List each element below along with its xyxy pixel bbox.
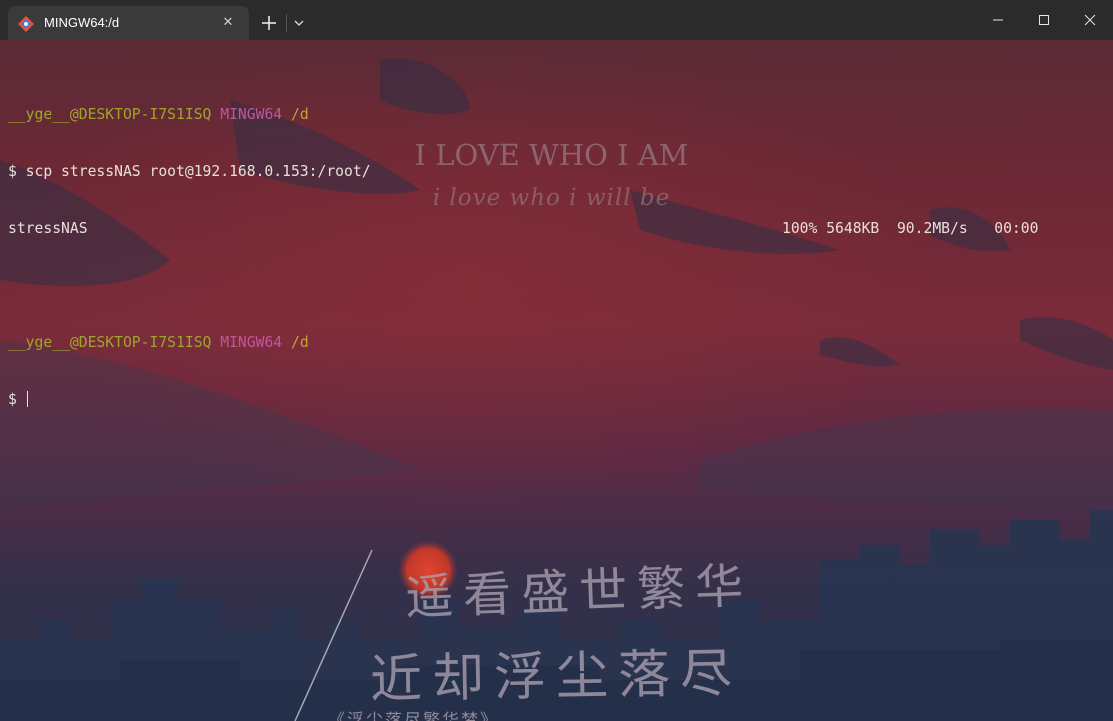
input-prompt: $ [8, 391, 26, 408]
chevron-down-icon [294, 20, 304, 26]
maximize-button[interactable] [1021, 0, 1067, 40]
maximize-icon [1039, 15, 1049, 25]
tab-separator [286, 14, 287, 32]
tab-title: MINGW64:/d [44, 15, 120, 30]
terminal-tab[interactable]: MINGW64:/d ✕ [8, 6, 249, 40]
prompt-system: MINGW64 [220, 106, 283, 123]
transfer-line: stressNAS 100% 5648KB 90.2MB/s 00:00 [8, 219, 1038, 238]
prompt-path: /d [290, 106, 309, 123]
wallpaper-poem-line1: 遥看盛世繁华 [404, 557, 755, 627]
close-icon [1084, 14, 1096, 26]
command-line: $ scp stressNAS root@192.168.0.153:/root… [8, 163, 371, 180]
minimize-icon [993, 19, 1003, 21]
wallpaper-poem-title: 《浮尘落尽繁华梦》 [328, 711, 499, 721]
terminal-output[interactable]: __yge__@DESKTOP-I7S1ISQ MINGW64 /d $ scp… [8, 67, 1038, 428]
prompt-line: __yge__@DESKTOP-I7S1ISQ MINGW64 /d [8, 333, 371, 352]
prompt-user: __yge__@DESKTOP-I7S1ISQ [8, 334, 212, 351]
prompt-user: __yge__@DESKTOP-I7S1ISQ [8, 106, 212, 123]
wallpaper-poem-line2: 近却浮尘落尽 [369, 643, 743, 711]
close-window-button[interactable] [1067, 0, 1113, 40]
plus-icon [262, 16, 276, 30]
tab-close-icon[interactable]: ✕ [220, 15, 236, 31]
title-bar: MINGW64:/d ✕ [0, 0, 1113, 40]
prompt-path: /d [290, 334, 309, 351]
text-cursor [26, 391, 28, 407]
prompt-line: __yge__@DESKTOP-I7S1ISQ MINGW64 /d [8, 105, 371, 124]
new-tab-button[interactable] [257, 11, 281, 35]
git-bash-icon [18, 16, 34, 32]
prompt-system: MINGW64 [220, 334, 283, 351]
transfer-filename: stressNAS [8, 220, 88, 237]
tab-dropdown-button[interactable] [290, 12, 308, 34]
minimize-button[interactable] [975, 0, 1021, 40]
transfer-progress: 100% 5648KB 90.2MB/s 00:00 [782, 220, 1039, 237]
input-line[interactable]: $ [8, 390, 371, 409]
